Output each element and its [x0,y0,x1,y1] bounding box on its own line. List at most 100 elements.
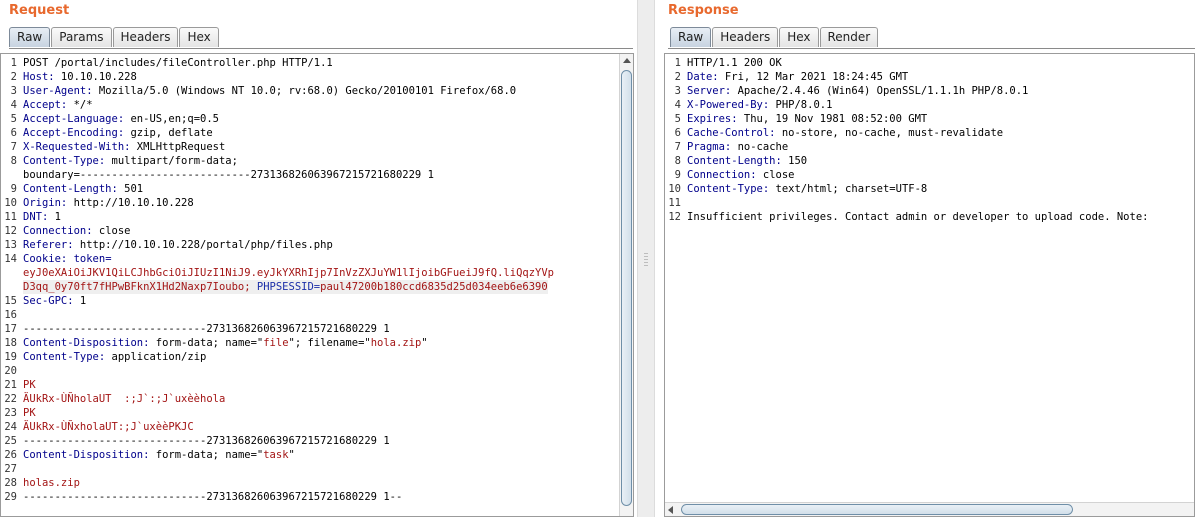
code-line[interactable]: 1 HTTP/1.1 200 OK [665,56,1148,70]
code-line[interactable]: 4 Accept: */* [1,98,554,112]
text-segment: holas.zip [23,477,80,489]
code-line[interactable]: 10 Content-Type: text/html; charset=UTF-8 [665,182,1148,196]
line-content: Host: 10.10.10.228 [23,71,137,83]
line-number: 19 [4,351,17,363]
code-line[interactable]: 21 PK [1,378,554,392]
text-segment: Mozilla/5.0 (Windows NT 10.0; rv:68.0) G… [92,85,517,97]
tab-headers[interactable]: Headers [712,27,779,47]
text-segment: Host: [23,71,55,83]
code-line[interactable]: 2 Host: 10.10.10.228 [1,70,554,84]
code-line[interactable]: 12 Connection: close [1,224,554,238]
split-divider[interactable] [637,0,655,517]
code-line[interactable]: 14 Cookie: token= [1,252,554,266]
code-line[interactable]: 13 Referer: http://10.10.10.228/portal/ph… [1,238,554,252]
text-segment: X-Powered-By: [687,99,770,111]
code-line[interactable]: 15 Sec-GPC: 1 [1,294,554,308]
line-number: 3 [674,85,681,97]
code-line[interactable]: 10 Origin: http://10.10.10.228 [1,196,554,210]
scroll-left-icon[interactable] [668,506,673,514]
code-line[interactable]: 8 Content-Type: multipart/form-data; [1,154,554,168]
line-content: POST /portal/includes/fileController.php… [23,57,333,69]
line-content: D3qq_0y70ft7fHPwBFknX1Hd2Naxp7Ioubo; PHP… [23,280,548,294]
code-line[interactable]: 26 Content-Disposition: form-data; name="… [1,448,554,462]
line-number: 6 [10,127,17,139]
tab-raw[interactable]: Raw [9,27,51,47]
code-line[interactable]: 12 Insufficient privileges. Contact admin… [665,210,1148,224]
line-number: 10 [668,183,681,195]
response-editor[interactable]: 1 HTTP/1.1 200 OK 2 Date: Fri, 12 Mar 2021 … [664,53,1195,517]
code-line[interactable]: 6 Cache-Control: no-store, no-cache, must… [665,126,1148,140]
tab-underline [9,48,633,49]
response-text[interactable]: 1 HTTP/1.1 200 OK 2 Date: Fri, 12 Mar 2021 … [665,56,1148,224]
code-line[interactable]: 24 ÄUkRx-ÙÑxholaUT:;J`uxèèPKJC [1,420,554,434]
line-number: 12 [668,211,681,223]
code-line[interactable]: 25 -----------------------------273136826… [1,434,554,448]
tab-hex[interactable]: Hex [179,27,219,47]
line-content: Content-Type: text/html; charset=UTF-8 [687,183,927,195]
code-line[interactable]: 22 ÄUkRx-ÙÑholaUT :;J`:;J`uxèèhola [1,392,554,406]
scrollbar-thumb[interactable] [621,70,632,506]
line-content: Cache-Control: no-store, no-cache, must-… [687,127,1003,139]
tab-headers[interactable]: Headers [112,27,179,47]
code-line[interactable]: 6 Accept-Encoding: gzip, deflate [1,126,554,140]
line-number: 22 [4,393,17,405]
tab-hex[interactable]: Hex [779,27,819,47]
text-segment: -----------------------------27313682606… [23,435,390,447]
code-line[interactable]: 16 [1,308,554,322]
text-segment: Content-Type: [23,351,106,363]
scroll-up-icon[interactable] [623,58,631,63]
code-line[interactable]: boundary=---------------------------2731… [1,168,554,182]
text-segment: 1 [48,211,61,223]
line-number: 27 [4,463,17,475]
tab-raw[interactable]: Raw [670,27,712,47]
text-segment: boundary=---------------------------2731… [23,169,434,181]
code-line[interactable]: D3qq_0y70ft7fHPwBFknX1Hd2Naxp7Ioubo; PHP… [1,280,554,294]
text-segment: gzip, deflate [124,127,213,139]
code-line[interactable]: 29 -----------------------------273136826… [1,490,554,504]
code-line[interactable]: eyJ0eXAiOiJKV1QiLCJhbGciOiJIUzI1NiJ9.eyJ… [1,266,554,280]
scrollbar-thumb[interactable] [681,504,1073,515]
code-line[interactable]: 3 Server: Apache/2.4.46 (Win64) OpenSSL/1… [665,84,1148,98]
code-line[interactable]: 5 Expires: Thu, 19 Nov 1981 08:52:00 GMT [665,112,1148,126]
line-content: Referer: http://10.10.10.228/portal/php/… [23,239,333,251]
request-editor[interactable]: 1 POST /portal/includes/fileController.ph… [0,53,634,517]
code-line[interactable]: 7 Pragma: no-cache [665,140,1148,154]
code-line[interactable]: 7 X-Requested-With: XMLHttpRequest [1,140,554,154]
code-line[interactable]: 18 Content-Disposition: form-data; name="… [1,336,554,350]
text-segment: Content-Length: [23,183,118,195]
code-line[interactable]: 11 [665,196,1148,210]
line-number: 24 [4,421,17,433]
response-tabs: Raw Headers Hex Render [670,27,879,48]
code-line[interactable]: 9 Content-Length: 501 [1,182,554,196]
tab-params[interactable]: Params [51,27,112,47]
code-line[interactable]: 19 Content-Type: application/zip [1,350,554,364]
code-line[interactable]: 27 [1,462,554,476]
code-line[interactable]: 3 User-Agent: Mozilla/5.0 (Windows NT 10.… [1,84,554,98]
code-line[interactable]: 4 X-Powered-By: PHP/8.0.1 [665,98,1148,112]
code-line[interactable]: 5 Accept-Language: en-US,en;q=0.5 [1,112,554,126]
text-segment: en-US,en;q=0.5 [124,113,219,125]
request-text[interactable]: 1 POST /portal/includes/fileController.ph… [1,56,554,504]
code-line[interactable]: 20 [1,364,554,378]
drag-handle-icon[interactable] [644,253,648,267]
horizontal-scrollbar[interactable] [665,502,1194,516]
code-line[interactable]: 17 -----------------------------273136826… [1,322,554,336]
line-number: 10 [4,197,17,209]
line-number: 1 [10,57,17,69]
tab-render[interactable]: Render [819,27,879,47]
line-content: Server: Apache/2.4.46 (Win64) OpenSSL/1.… [687,85,1028,97]
text-segment: XMLHttpRequest [130,141,226,153]
code-line[interactable]: 9 Connection: close [665,168,1148,182]
code-line[interactable]: 1 POST /portal/includes/fileController.ph… [1,56,554,70]
code-line[interactable]: 8 Content-Length: 150 [665,154,1148,168]
code-line[interactable]: 28 holas.zip [1,476,554,490]
text-segment: Accept: [23,99,68,111]
vertical-scrollbar[interactable] [619,54,633,516]
line-content: PK [23,379,36,391]
code-line[interactable]: 2 Date: Fri, 12 Mar 2021 18:24:45 GMT [665,70,1148,84]
line-content: Content-Length: 501 [23,183,143,195]
code-line[interactable]: 11 DNT: 1 [1,210,554,224]
text-segment: ÄUkRx-ÙÑholaUT :;J`:;J`uxèèhola [23,393,226,405]
code-line[interactable]: 23 PK [1,406,554,420]
text-segment: Cookie: [23,253,68,265]
